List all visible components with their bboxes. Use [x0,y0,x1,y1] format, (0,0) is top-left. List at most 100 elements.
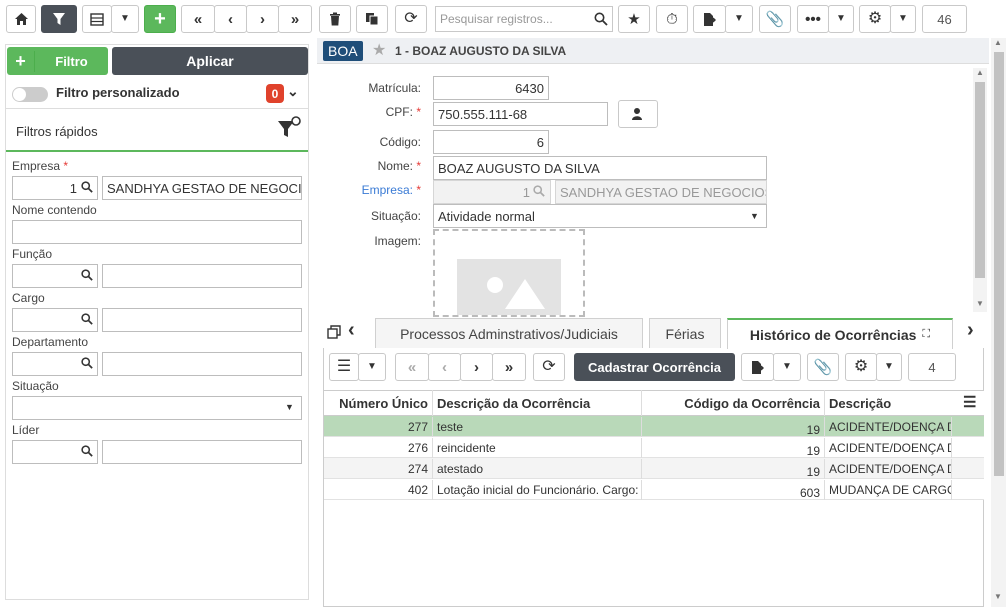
cargo-name-input[interactable] [102,308,302,332]
double-chevron-right-icon: » [290,10,300,28]
col-descricao-ocorrencia[interactable]: Descrição da Ocorrência [433,390,642,416]
export-button[interactable] [693,5,726,33]
duplicate-button[interactable] [356,5,388,33]
register-occurrence-button[interactable]: Cadastrar Ocorrência [574,353,735,381]
first-record-button[interactable]: « [181,5,215,33]
user-lookup-button[interactable] [618,100,658,128]
tabs-scroll-right-icon[interactable]: › [967,319,974,342]
expand-icon[interactable]: ⛶ [922,328,930,341]
settings-dropdown[interactable]: ▼ [890,5,916,33]
situacao-select[interactable]: Atividade normal [433,204,767,228]
filter-toggle-button[interactable] [41,5,77,33]
page-scrollbar[interactable]: ▲ ▼ [991,38,1006,607]
nome-contendo-input[interactable] [12,220,302,244]
copy-tabs-icon[interactable] [327,325,342,340]
tab-historico-ocorrencias[interactable]: Histórico de Ocorrências ⛶ [727,318,953,349]
table-cell-descricao: atestado [433,459,642,479]
grid-last-button[interactable]: » [492,353,526,381]
cpf-input[interactable]: 750.555.111-68 [433,102,608,126]
file-export-icon [704,12,716,26]
table-cell-descricao: teste [433,417,642,437]
chevron-down-icon[interactable]: ⌄ [287,83,299,100]
favorite-star-icon[interactable]: ★ [372,40,386,60]
favorite-button[interactable]: ★ [618,5,650,33]
attachments-button[interactable]: 📎 [759,5,791,33]
view-mode-button[interactable] [82,5,112,33]
nome-contendo-label: Nome contendo [12,203,97,217]
nome-input[interactable]: BOAZ AUGUSTO DA SILVA [433,156,767,180]
grid-first-button[interactable]: « [395,353,429,381]
next-record-button[interactable]: › [246,5,279,33]
caret-down-icon: ▼ [750,211,759,221]
stopwatch-icon: ⏱ [666,10,678,28]
tabs-scroll-left-icon[interactable]: ‹ [348,319,355,342]
delete-button[interactable] [319,5,351,33]
previous-record-button[interactable]: ‹ [214,5,247,33]
export-dropdown[interactable]: ▼ [725,5,753,33]
tab-ferias[interactable]: Férias [649,318,721,348]
departamento-label: Departamento [12,335,89,349]
grid-export-dropdown[interactable]: ▼ [773,353,801,381]
refresh-button[interactable]: ⟳ [395,5,427,33]
trash-icon [330,12,340,26]
timer-button[interactable]: ⏱ [656,5,688,33]
form-scrollbar[interactable]: ▲ ▼ [973,68,987,312]
add-record-button[interactable]: + [144,5,176,33]
double-chevron-left-icon: « [193,10,203,28]
column-menu-icon[interactable]: ☰ [963,393,976,411]
grid-attachments-button[interactable]: 📎 [807,353,839,381]
apply-filter-button[interactable]: Aplicar [112,47,308,75]
departamento-name-input[interactable] [102,352,302,376]
more-actions-button[interactable]: ••• [797,5,829,33]
lider-name-input[interactable] [102,440,302,464]
matricula-input[interactable]: 6430 [433,76,549,100]
grid-list-dropdown[interactable]: ▼ [358,353,386,381]
grid-settings-button[interactable]: ⚙ [845,353,877,381]
codigo-input[interactable]: 6 [433,130,549,154]
filter-add-label: Filtro [55,53,88,69]
double-chevron-left-icon: « [407,358,417,376]
record-header: BOA ★ 1 - BOAZ AUGUSTO DA SILVA [317,38,989,64]
grid-export-button[interactable] [741,353,774,381]
search-icon[interactable] [81,181,93,193]
custom-filter-toggle[interactable] [12,87,48,102]
search-input[interactable]: Pesquisar registros... [435,6,613,32]
funcao-label: Função [12,247,53,261]
search-placeholder: Pesquisar registros... [440,12,553,26]
home-button[interactable] [6,5,36,33]
search-icon[interactable] [594,12,608,26]
col-numero-unico[interactable]: Número Único [324,390,433,416]
record-count-badge: 46 [922,5,967,33]
gear-icon: ⚙ [867,10,883,27]
image-dropzone[interactable] [433,229,585,317]
situacao-filter-select[interactable] [12,396,302,420]
codigo-label: Código: [379,135,421,149]
filter-settings-icon[interactable] [276,115,302,141]
more-actions-dropdown[interactable]: ▼ [828,5,854,33]
table-cell-descricao: reincidente [433,438,642,458]
caret-down-icon: ▼ [367,361,377,372]
search-icon[interactable] [81,269,93,281]
file-export-icon [752,360,764,374]
cargo-label: Cargo [12,291,45,305]
grid-settings-dropdown[interactable]: ▼ [876,353,902,381]
search-icon[interactable] [81,445,93,457]
col-descricao[interactable]: Descrição [825,390,952,416]
empresa-name-input[interactable]: SANDHYA GESTAO DE NEGOCIOS [102,176,302,200]
settings-button[interactable]: ⚙ [859,5,891,33]
situacao-label: Situação: [370,209,421,223]
search-icon [533,185,545,197]
view-mode-dropdown[interactable]: ▼ [111,5,139,33]
grid-list-button[interactable]: ☰ [329,353,359,381]
funcao-name-input[interactable] [102,264,302,288]
tab-processos[interactable]: Processos Adminstrativos/Judiciais [375,318,643,348]
grid-previous-button[interactable]: ‹ [428,353,461,381]
col-codigo-ocorrencia[interactable]: Código da Ocorrência [642,390,825,416]
filter-add-button[interactable]: + Filtro [7,47,108,75]
grid-refresh-button[interactable]: ⟳ [533,353,565,381]
search-icon[interactable] [81,357,93,369]
paperclip-icon: 📎 [813,358,833,376]
search-icon[interactable] [81,313,93,325]
grid-next-button[interactable]: › [460,353,493,381]
last-record-button[interactable]: » [278,5,312,33]
